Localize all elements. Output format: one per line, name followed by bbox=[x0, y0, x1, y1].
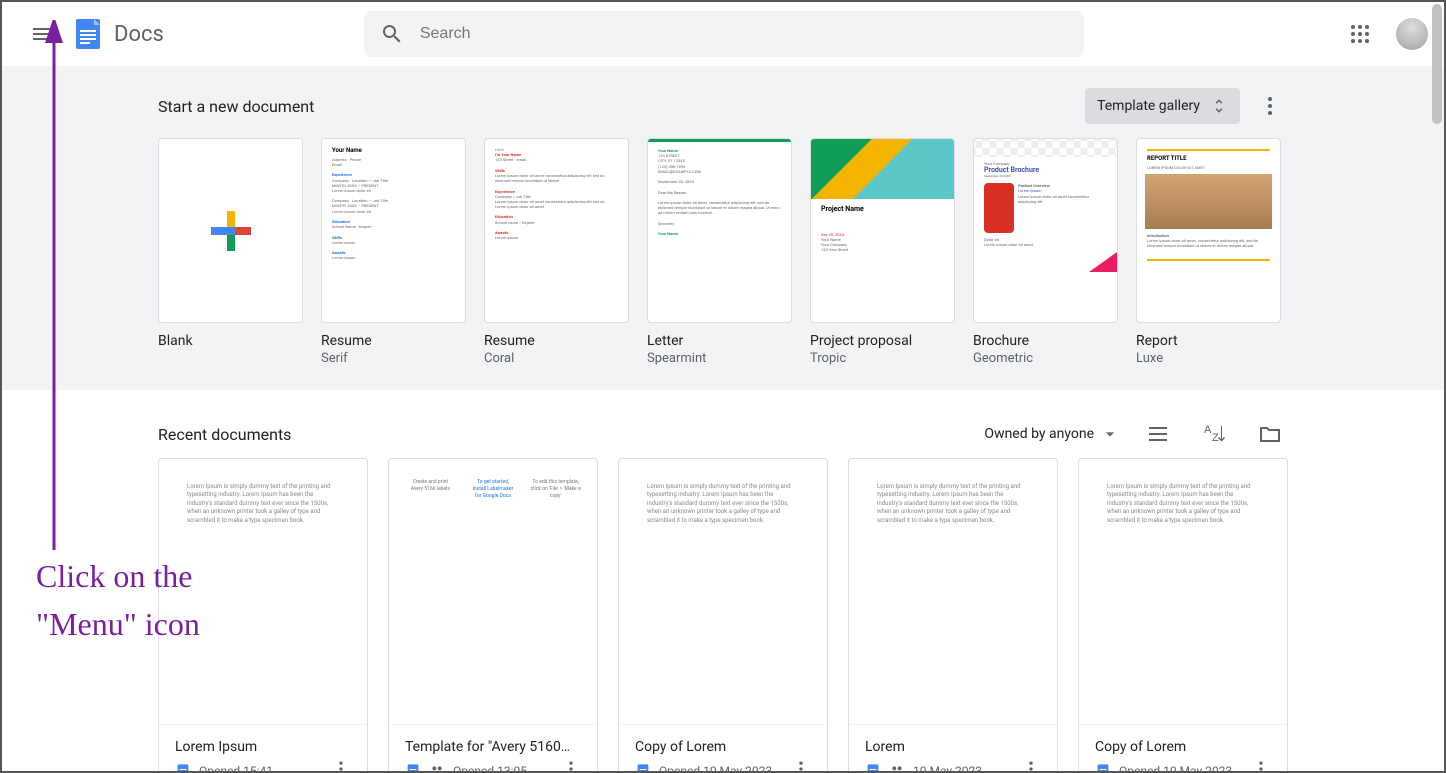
template-blank[interactable]: Blank bbox=[158, 138, 303, 366]
document-meta: Opened 10 May 2023 bbox=[1119, 764, 1232, 773]
document-title: Lorem bbox=[865, 739, 1041, 755]
account-avatar[interactable] bbox=[1396, 18, 1428, 50]
template-sublabel: Tropic bbox=[810, 351, 955, 366]
document-more-button[interactable] bbox=[331, 759, 351, 773]
template-label: Brochure bbox=[973, 333, 1118, 349]
main-menu-button[interactable] bbox=[18, 10, 66, 58]
template-heading: Start a new document bbox=[158, 97, 314, 116]
template-label: Report bbox=[1136, 333, 1281, 349]
sort-button[interactable]: AZ bbox=[1196, 416, 1232, 452]
shared-icon bbox=[889, 763, 905, 773]
document-thumbnail: Lorem Ipsum is simply dummy text of the … bbox=[849, 459, 1057, 724]
template-report-luxe[interactable]: REPORT TITLE LOREM IPSUM DOLOR SIT AMET … bbox=[1136, 138, 1281, 366]
more-vert-icon bbox=[1258, 94, 1282, 118]
list-view-button[interactable] bbox=[1140, 416, 1176, 452]
document-thumbnail: Lorem Ipsum is simply dummy text of the … bbox=[159, 459, 367, 724]
template-sublabel: Geometric bbox=[973, 351, 1118, 366]
search-input[interactable] bbox=[420, 25, 1068, 43]
template-brochure-geometric[interactable]: Your Company Product Brochure September … bbox=[973, 138, 1118, 366]
template-label: Blank bbox=[158, 333, 303, 349]
template-label: Letter bbox=[647, 333, 792, 349]
more-vert-icon bbox=[1021, 759, 1041, 773]
document-more-button[interactable] bbox=[1251, 759, 1271, 773]
template-resume-coral[interactable]: Hello I'm Your Name 123 Street · email S… bbox=[484, 138, 629, 366]
docs-file-icon bbox=[1095, 763, 1111, 773]
document-card[interactable]: Create and printAvery 5160 labelsTo get … bbox=[388, 458, 598, 773]
more-vert-icon bbox=[331, 759, 351, 773]
document-meta: Opened 10 May 2023 bbox=[659, 764, 772, 773]
svg-text:Z: Z bbox=[1212, 432, 1219, 444]
template-gallery-label: Template gallery bbox=[1097, 98, 1200, 114]
template-gallery-button[interactable]: Template gallery bbox=[1085, 88, 1240, 124]
docs-file-icon bbox=[175, 763, 191, 773]
sort-az-icon: AZ bbox=[1202, 422, 1226, 446]
document-title: Copy of Lorem bbox=[1095, 739, 1271, 755]
list-view-icon bbox=[1146, 422, 1170, 446]
open-file-picker-button[interactable] bbox=[1252, 416, 1288, 452]
recent-section: Recent documents Owned by anyone AZ bbox=[2, 390, 1444, 773]
document-thumbnail: Create and printAvery 5160 labelsTo get … bbox=[389, 459, 597, 724]
folder-icon bbox=[1258, 422, 1282, 446]
more-vert-icon bbox=[791, 759, 811, 773]
shared-icon bbox=[429, 763, 445, 773]
docs-logo-icon bbox=[70, 16, 106, 52]
more-vert-icon bbox=[561, 759, 581, 773]
document-more-button[interactable] bbox=[561, 759, 581, 773]
template-letter-spearmint[interactable]: Your Name 123 STREETCITY, ST 12345(123) … bbox=[647, 138, 792, 366]
document-meta: Opened 13:05 bbox=[453, 764, 527, 773]
docs-file-icon bbox=[865, 763, 881, 773]
document-meta: Opened 15:41 bbox=[199, 764, 273, 773]
recent-heading: Recent documents bbox=[158, 425, 291, 444]
google-apps-button[interactable] bbox=[1340, 14, 1380, 54]
docs-file-icon bbox=[635, 763, 651, 773]
owner-filter-label: Owned by anyone bbox=[984, 426, 1094, 442]
document-card[interactable]: Lorem Ipsum is simply dummy text of the … bbox=[618, 458, 828, 773]
unfold-icon bbox=[1210, 97, 1228, 115]
search-bar[interactable] bbox=[364, 11, 1084, 57]
header: Docs bbox=[2, 2, 1444, 66]
template-section: Start a new document Template gallery bbox=[2, 66, 1444, 390]
docs-file-icon bbox=[405, 763, 421, 773]
template-sublabel: Serif bbox=[321, 351, 466, 366]
menu-icon bbox=[30, 22, 54, 46]
document-more-button[interactable] bbox=[791, 759, 811, 773]
document-meta: 10 May 2023 bbox=[913, 764, 982, 773]
template-label: Resume bbox=[484, 333, 629, 349]
template-sublabel: Spearmint bbox=[647, 351, 792, 366]
template-sublabel: Luxe bbox=[1136, 351, 1281, 366]
document-thumbnail: Lorem Ipsum is simply dummy text of the … bbox=[619, 459, 827, 724]
more-vert-icon bbox=[1251, 759, 1271, 773]
owner-filter[interactable]: Owned by anyone bbox=[984, 424, 1120, 444]
scrollbar[interactable] bbox=[1432, 4, 1442, 124]
document-title: Lorem Ipsum bbox=[175, 739, 351, 755]
template-sublabel: Coral bbox=[484, 351, 629, 366]
template-more-button[interactable] bbox=[1252, 88, 1288, 124]
apps-grid-icon bbox=[1348, 22, 1372, 46]
document-more-button[interactable] bbox=[1021, 759, 1041, 773]
document-title: Copy of Lorem bbox=[635, 739, 811, 755]
search-icon bbox=[380, 22, 404, 46]
template-resume-serif[interactable]: Your Name Address · PhoneEmail Experienc… bbox=[321, 138, 466, 366]
app-name: Docs bbox=[114, 22, 164, 47]
dropdown-icon bbox=[1100, 424, 1120, 444]
template-project-proposal[interactable]: Project Name Sep 20, 20XX Your Name Your… bbox=[810, 138, 955, 366]
document-card[interactable]: Lorem Ipsum is simply dummy text of the … bbox=[1078, 458, 1288, 773]
template-label: Project proposal bbox=[810, 333, 955, 349]
document-title: Template for "Avery 5160… bbox=[405, 739, 581, 755]
document-card[interactable]: Lorem Ipsum is simply dummy text of the … bbox=[158, 458, 368, 773]
svg-text:A: A bbox=[1204, 424, 1212, 436]
document-thumbnail: Lorem Ipsum is simply dummy text of the … bbox=[1079, 459, 1287, 724]
template-label: Resume bbox=[321, 333, 466, 349]
document-card[interactable]: Lorem Ipsum is simply dummy text of the … bbox=[848, 458, 1058, 773]
logo[interactable]: Docs bbox=[70, 16, 164, 52]
